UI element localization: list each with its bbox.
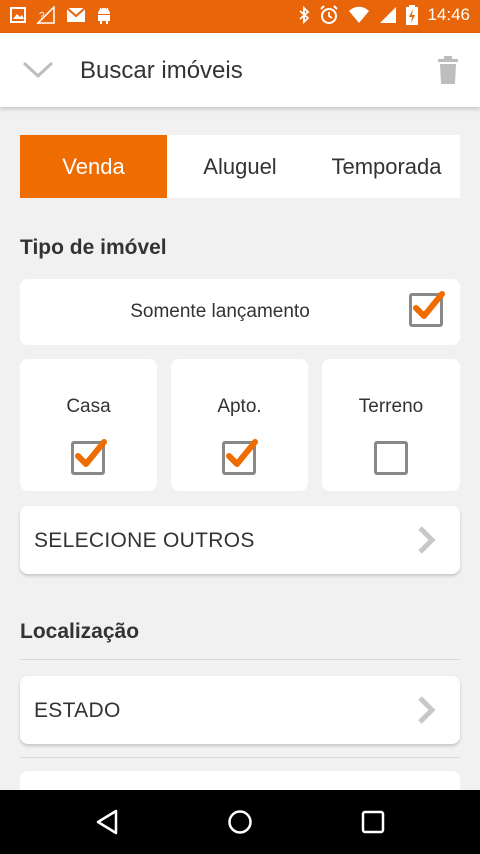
svg-text:?: ? — [39, 11, 45, 22]
system-nav-bar — [0, 790, 480, 854]
android-icon — [98, 7, 110, 24]
terreno-checkbox[interactable] — [374, 441, 408, 475]
collapse-button[interactable] — [18, 59, 58, 83]
gmail-icon — [66, 7, 86, 22]
wifi-icon — [349, 6, 370, 23]
cell-signal-icon — [380, 7, 397, 23]
type-label-casa: Casa — [66, 396, 111, 417]
launch-only-row[interactable]: Somente lançamento — [20, 279, 460, 345]
page-title: Buscar imóveis — [80, 57, 243, 84]
divider — [20, 659, 460, 660]
recents-icon[interactable] — [361, 810, 385, 834]
tab-aluguel[interactable]: Aluguel — [167, 135, 313, 198]
chevron-right-icon — [418, 526, 436, 554]
clear-filters-button[interactable] — [434, 55, 462, 85]
type-label-terreno: Terreno — [358, 396, 424, 417]
chevron-down-icon — [22, 61, 54, 79]
trash-icon — [438, 56, 458, 84]
checkmark-icon — [413, 291, 445, 319]
chevron-right-icon — [418, 696, 436, 724]
select-others-label: SELECIONE OUTROS — [34, 529, 255, 552]
alarm-icon — [320, 5, 339, 24]
listing-type-tabs: Venda Aluguel Temporada — [20, 135, 460, 198]
signal-off-icon: ? — [36, 6, 55, 24]
launch-only-label: Somente lançamento — [130, 301, 310, 322]
checkmark-icon — [75, 439, 107, 467]
state-label: ESTADO — [34, 699, 121, 722]
tab-temporada[interactable]: Temporada — [313, 135, 460, 198]
app-bar: Buscar imóveis — [0, 33, 480, 107]
apto-checkbox[interactable] — [222, 439, 258, 475]
type-card-casa[interactable]: Casa — [20, 359, 157, 491]
checkmark-icon — [226, 439, 258, 467]
home-icon[interactable] — [227, 809, 253, 835]
back-icon[interactable] — [94, 808, 120, 836]
select-others-button[interactable]: SELECIONE OUTROS — [20, 506, 460, 574]
property-type-heading: Tipo de imóvel — [20, 236, 167, 259]
tab-venda[interactable]: Venda — [20, 135, 167, 198]
launch-only-checkbox[interactable] — [409, 291, 445, 327]
location-heading: Localização — [20, 620, 140, 643]
type-card-apto[interactable]: Apto. — [171, 359, 308, 491]
battery-charging-icon — [406, 5, 419, 25]
divider — [20, 757, 460, 758]
casa-checkbox[interactable] — [71, 439, 107, 475]
status-time: 14:46 — [427, 5, 470, 24]
type-label-apto: Apto. — [217, 396, 262, 417]
image-icon — [10, 7, 26, 23]
type-card-terreno[interactable]: Terreno — [322, 359, 460, 491]
status-bar: ? 14:46 — [0, 0, 480, 33]
bluetooth-icon — [299, 6, 310, 24]
state-selector[interactable]: ESTADO — [20, 676, 460, 744]
